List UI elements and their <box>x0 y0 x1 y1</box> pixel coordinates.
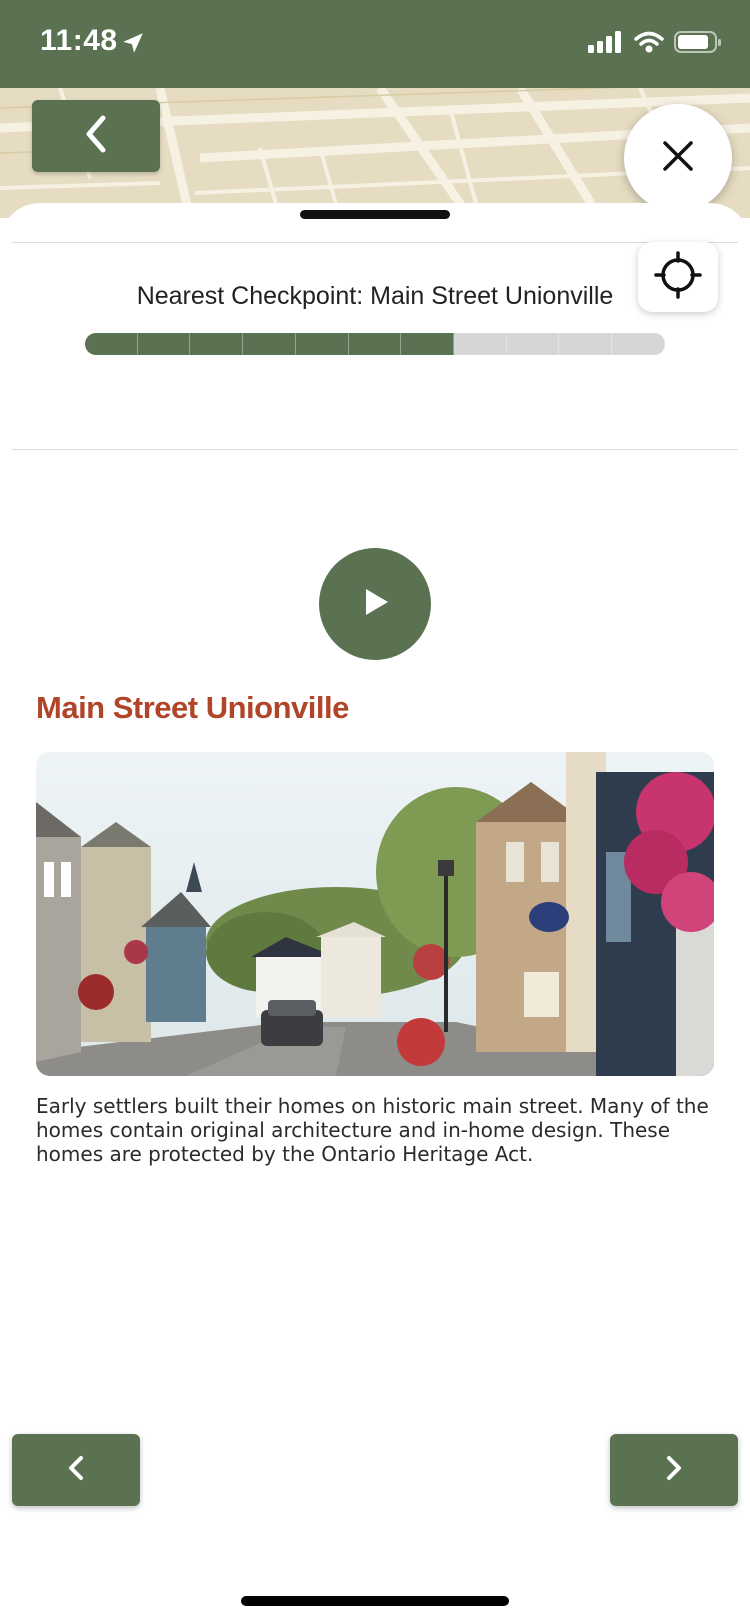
checkpoint-progress-bar <box>85 333 665 355</box>
next-checkpoint-button[interactable] <box>610 1434 738 1506</box>
cellular-signal-icon <box>588 31 624 58</box>
progress-segment <box>190 333 244 355</box>
progress-segment <box>401 333 455 355</box>
progress-segment <box>243 333 296 355</box>
sheet-grabber[interactable] <box>300 210 450 219</box>
status-bar: 11:48 <box>0 0 750 88</box>
progress-segment <box>559 333 613 355</box>
checkpoint-photo <box>36 752 714 1076</box>
wifi-icon <box>634 31 664 58</box>
progress-segment <box>612 333 665 355</box>
chevron-right-icon <box>663 1454 685 1487</box>
status-icons <box>588 30 722 59</box>
status-time: 11:48 <box>40 24 118 57</box>
battery-icon <box>674 30 722 59</box>
previous-checkpoint-button[interactable] <box>12 1434 140 1506</box>
play-icon <box>360 587 390 622</box>
close-button[interactable] <box>624 104 732 212</box>
home-indicator[interactable] <box>241 1596 509 1606</box>
play-audio-button[interactable] <box>319 548 431 660</box>
nearest-checkpoint-label: Nearest Checkpoint: Main Street Unionvil… <box>136 282 614 310</box>
progress-segment <box>506 333 560 355</box>
back-button[interactable] <box>32 100 160 172</box>
location-arrow-icon <box>120 30 146 61</box>
progress-segment <box>85 333 138 355</box>
progress-segment <box>295 333 349 355</box>
checkpoint-description: Early settlers built their homes on hist… <box>36 1094 709 1166</box>
divider-middle <box>12 449 738 450</box>
chevron-left-icon <box>65 1454 87 1487</box>
close-icon <box>661 139 695 178</box>
divider-top <box>12 242 738 243</box>
progress-segment <box>137 333 191 355</box>
checkpoint-title: Main Street Unionville <box>36 690 349 725</box>
progress-segment <box>454 333 507 355</box>
chevron-left-icon <box>81 114 111 159</box>
progress-segment <box>348 333 402 355</box>
